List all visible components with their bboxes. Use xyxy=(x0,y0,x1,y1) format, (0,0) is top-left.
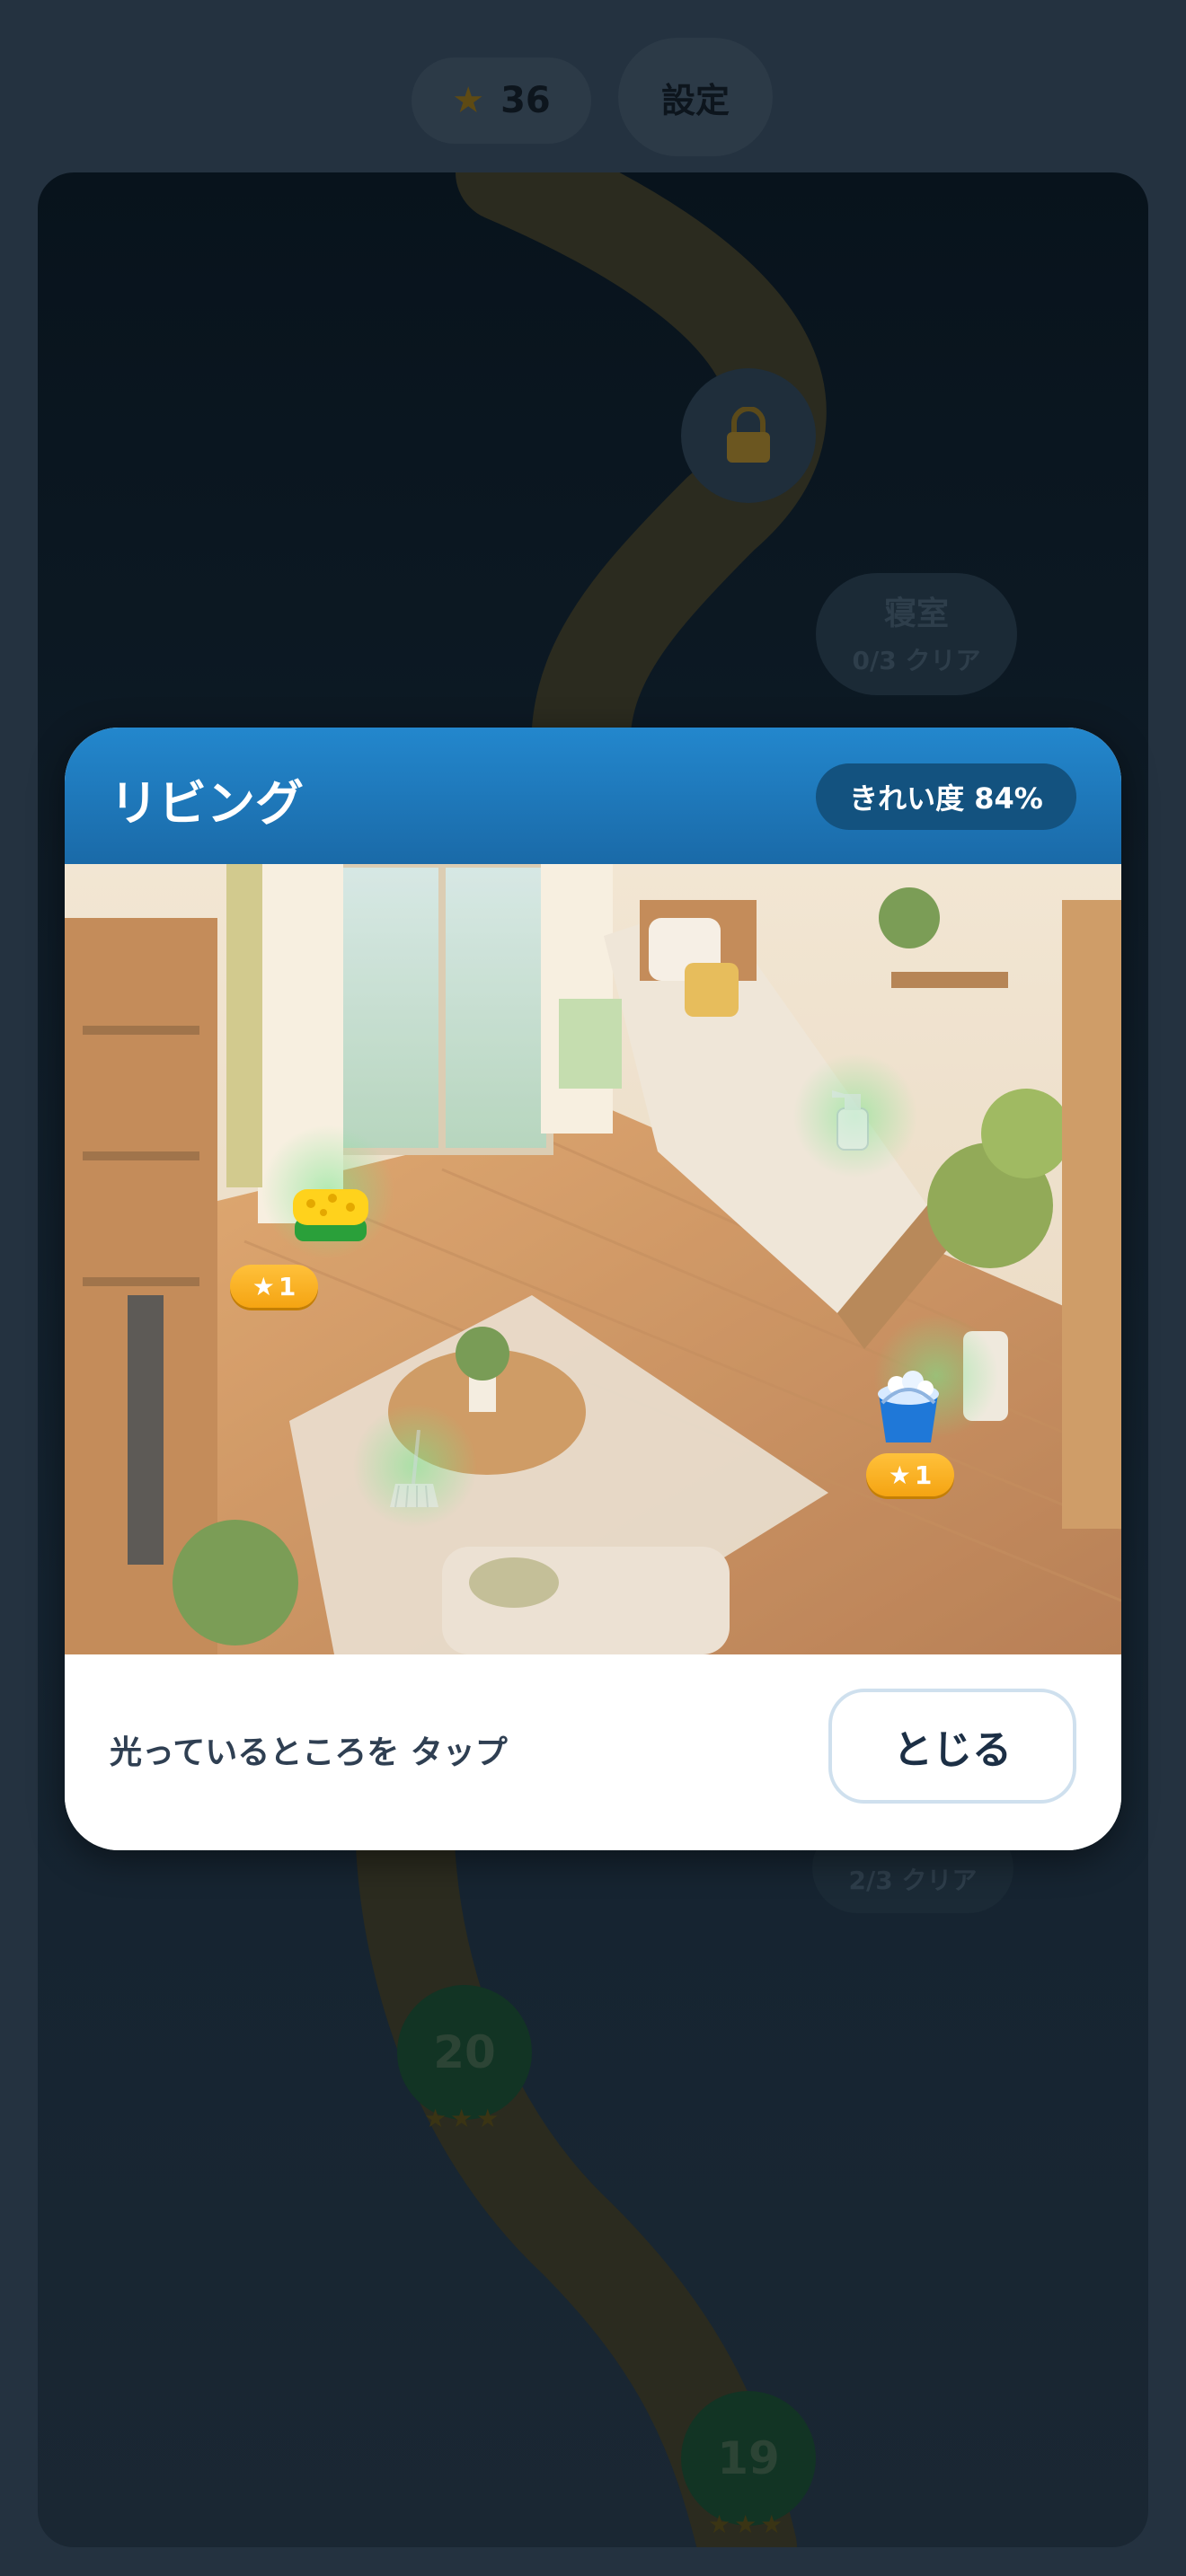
level-stars: ★★★ xyxy=(424,2104,503,2133)
level-node-19[interactable]: 19 xyxy=(681,2391,816,2526)
star-icon: ★ xyxy=(888,1460,911,1490)
room-scene: ★ 1 ★ 1 xyxy=(65,864,1121,1654)
close-button[interactable]: とじる xyxy=(828,1689,1076,1804)
room-progress: 2/3 クリア xyxy=(848,1866,978,1895)
water-bucket-item[interactable] xyxy=(872,1367,945,1448)
spray-bottle-item[interactable] xyxy=(825,1081,879,1157)
room-name: 寝室 xyxy=(883,595,949,632)
sponge-item[interactable] xyxy=(291,1177,370,1252)
star-icon: ★ xyxy=(452,80,485,121)
spray-bottle-icon xyxy=(832,1090,869,1151)
settings-label: 設定 xyxy=(660,80,730,120)
modal-footer: 光っているところを タップ とじる xyxy=(65,1654,1121,1850)
room-modal: リビング きれい度 84% ★ 1 ★ 1 光っているところを タップ とじる xyxy=(65,728,1121,1850)
star-icon: ★ xyxy=(252,1271,275,1301)
star-counter: ★ 36 xyxy=(412,57,591,144)
tap-hint: 光っているところを タップ xyxy=(110,1734,508,1771)
modal-header: リビング きれい度 84% xyxy=(65,728,1121,864)
settings-button[interactable]: 設定 xyxy=(618,38,773,156)
mop-icon xyxy=(390,1429,438,1508)
reward-badge: ★ 1 xyxy=(866,1453,954,1496)
sponge-icon xyxy=(293,1189,368,1241)
modal-title: リビング xyxy=(110,775,304,832)
star-count: 36 xyxy=(500,80,551,121)
room-illustration xyxy=(65,864,1121,1654)
room-badge-bedroom[interactable]: 寝室 0/3 クリア xyxy=(816,573,1017,695)
level-stars: ★★★ xyxy=(708,2510,787,2539)
level-number: 19 xyxy=(717,2432,780,2484)
reward-value: 1 xyxy=(278,1271,296,1301)
reward-value: 1 xyxy=(914,1460,933,1490)
level-number: 20 xyxy=(433,2026,496,2078)
locked-level-node[interactable] xyxy=(681,368,816,503)
lock-icon xyxy=(727,407,770,463)
reward-badge: ★ 1 xyxy=(230,1265,318,1308)
cleanliness-badge: きれい度 84% xyxy=(816,763,1076,830)
room-progress: 0/3 クリア xyxy=(852,646,981,675)
water-bucket-icon xyxy=(878,1371,939,1442)
mop-item[interactable] xyxy=(383,1429,446,1514)
level-node-20[interactable]: 20 xyxy=(397,1985,532,2120)
top-bar: ★ 36 設定 xyxy=(0,36,1186,162)
